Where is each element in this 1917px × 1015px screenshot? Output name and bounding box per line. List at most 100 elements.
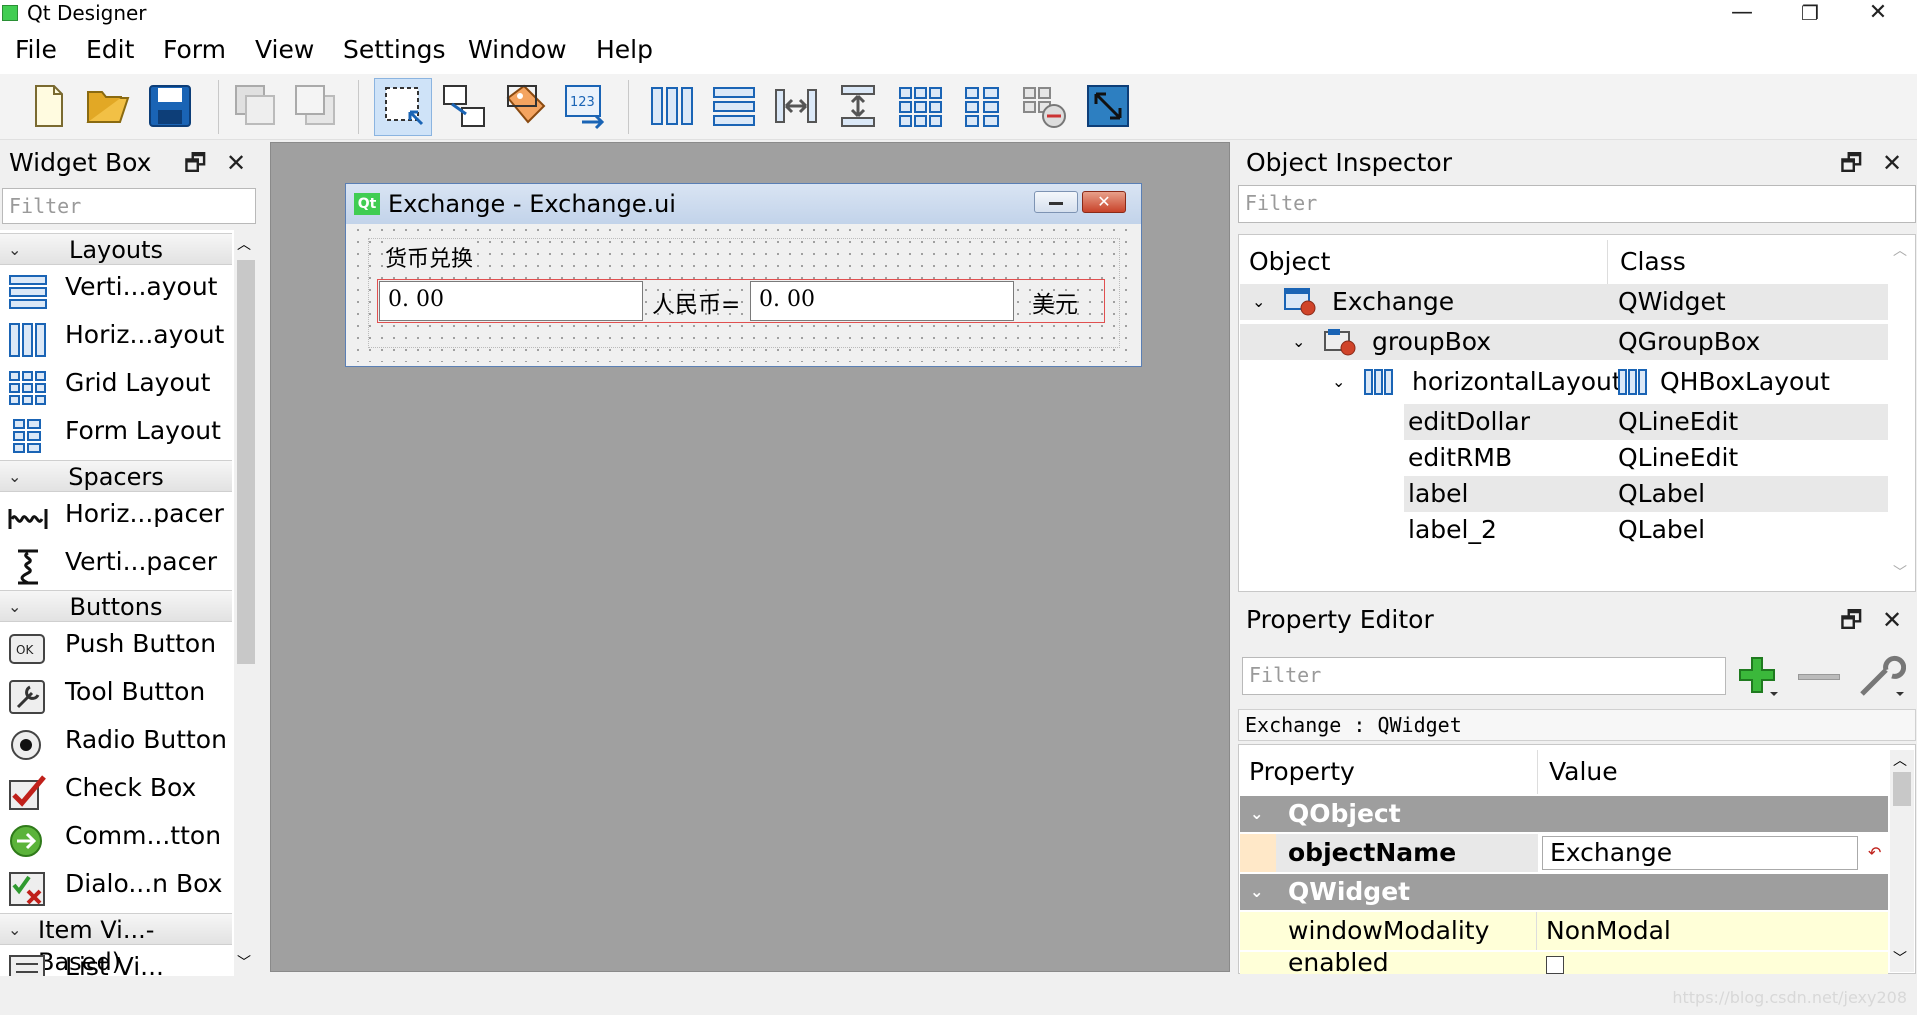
widget-grid-layout[interactable]: Grid Layout	[0, 362, 232, 410]
scrollbar-thumb[interactable]	[237, 260, 255, 664]
category-buttons[interactable]: ⌄ Buttons	[0, 590, 232, 622]
enabled-checkbox[interactable]	[1546, 956, 1564, 974]
scroll-up-icon[interactable]: ︿	[1893, 750, 1907, 770]
form-close-button[interactable]: ✕	[1082, 191, 1126, 213]
break-layout-icon[interactable]	[1020, 82, 1068, 130]
edit-widgets-icon[interactable]	[380, 82, 428, 130]
scrollbar-thumb[interactable]	[1893, 772, 1911, 806]
widget-vertical-spacer[interactable]: Verti...pacer	[0, 541, 232, 589]
scroll-down-icon[interactable]: ﹀	[237, 952, 251, 972]
group-box-icon	[1324, 329, 1356, 356]
menu-view[interactable]: View	[255, 35, 314, 64]
close-icon: ✕	[1097, 192, 1111, 211]
new-file-icon[interactable]	[24, 82, 72, 130]
scroll-up-icon[interactable]: ︿	[1893, 240, 1907, 260]
widget-box-float-icon[interactable]: 🗗	[184, 145, 207, 181]
widget-horizontal-layout[interactable]: Horiz...ayout	[0, 314, 232, 362]
save-icon[interactable]	[146, 82, 194, 130]
category-item-views[interactable]: ⌄ Item Vi...-Based)	[0, 913, 232, 976]
menu-settings[interactable]: Settings	[343, 35, 446, 64]
object-tree-scrollbar[interactable]: ︿ ﹀	[1890, 240, 1914, 588]
remove-dynamic-property-icon[interactable]	[1798, 674, 1840, 680]
form-minimize-button[interactable]	[1034, 191, 1078, 213]
object-inspector-close-icon[interactable]: ✕	[1882, 145, 1902, 181]
property-editor-close-icon[interactable]: ✕	[1882, 602, 1902, 638]
widget-box-scrollbar[interactable]: ︿ ﹀	[234, 230, 258, 976]
add-dynamic-property-icon[interactable]	[1736, 654, 1780, 698]
maximize-button[interactable]: ❐	[1780, 0, 1840, 28]
edit-signals-slots-icon[interactable]	[440, 82, 488, 130]
widget-box-filter-input[interactable]: Filter	[2, 188, 256, 224]
edit-tab-order-icon[interactable]: 123	[562, 82, 610, 130]
tree-row[interactable]: ⌄ Exchange QWidget	[1240, 284, 1888, 320]
reset-property-icon[interactable]: ↶	[1868, 834, 1881, 872]
close-button[interactable]: ✕	[1848, 0, 1908, 28]
scroll-down-icon[interactable]: ﹀	[1893, 948, 1907, 968]
menu-file[interactable]: File	[15, 35, 57, 64]
configure-wrench-icon[interactable]	[1856, 652, 1906, 700]
tree-row[interactable]: ⌄ groupBox QGroupBox	[1240, 324, 1888, 360]
menu-window[interactable]: Window	[468, 35, 567, 64]
horizontal-layout-icon	[1618, 369, 1647, 395]
property-row-windowmodality[interactable]: windowModality NonModal	[1240, 912, 1888, 950]
layout-horizontal-splitter-icon[interactable]	[772, 82, 820, 130]
form-window[interactable]: Qt Exchange - Exchange.ui ✕ 货币兑换 0. 00 人…	[345, 183, 1142, 367]
widget-tool-button[interactable]: Tool Button	[0, 671, 232, 719]
column-header-object[interactable]: Object	[1249, 240, 1330, 284]
widget-horizontal-spacer[interactable]: Horiz...pacer	[0, 493, 232, 541]
layout-horizontal-icon[interactable]	[648, 82, 696, 130]
widget-label: Form Layout	[65, 416, 221, 445]
object-name-input[interactable]: Exchange	[1542, 836, 1858, 870]
qt-logo-icon: Qt	[354, 193, 380, 215]
widget-radio-button[interactable]: Radio Button	[0, 719, 232, 767]
scroll-up-icon[interactable]: ︿	[237, 234, 251, 254]
column-header-property[interactable]: Property	[1249, 750, 1355, 794]
property-value: NonModal	[1546, 916, 1671, 945]
tree-row[interactable]: label_2 QLabel	[1240, 512, 1888, 548]
widget-box-close-icon[interactable]: ✕	[226, 145, 246, 181]
layout-grid-icon[interactable]	[896, 82, 944, 130]
layout-vertical-icon[interactable]	[710, 82, 758, 130]
category-spacers[interactable]: ⌄ Spacers	[0, 460, 232, 492]
widget-list-view[interactable]: List Vi...	[0, 946, 232, 976]
object-inspector-filter-input[interactable]: Filter	[1238, 185, 1916, 223]
category-layouts[interactable]: ⌄ Layouts	[0, 233, 232, 265]
layout-form-icon[interactable]	[958, 82, 1006, 130]
category-label: Spacers	[68, 463, 164, 491]
edit-buddies-icon[interactable]	[502, 82, 550, 130]
tree-row[interactable]: editDollar QLineEdit	[1240, 404, 1888, 440]
adjust-size-icon[interactable]	[1084, 82, 1132, 130]
widget-check-box[interactable]: Check Box	[0, 767, 232, 815]
property-row-objectname[interactable]: objectName Exchange ↶	[1240, 834, 1888, 872]
group-box[interactable]: 货币兑换 0. 00 人民币= 0. 00 美元	[368, 238, 1120, 348]
property-editor-filter-input[interactable]: Filter	[1242, 657, 1726, 695]
tree-row[interactable]: label QLabel	[1240, 476, 1888, 512]
rmb-line-edit[interactable]: 0. 00	[379, 281, 643, 321]
property-row-enabled[interactable]: enabled	[1240, 952, 1888, 974]
menu-form[interactable]: Form	[163, 35, 226, 64]
property-group-qwidget[interactable]: ⌄ QWidget	[1240, 874, 1888, 910]
minimize-button[interactable]: —	[1712, 0, 1772, 28]
scroll-down-icon[interactable]: ﹀	[1893, 562, 1907, 582]
tree-row[interactable]: ⌄ horizontalLayout QHBoxLayout	[1240, 364, 1888, 400]
widget-dialog-button-box[interactable]: Dialo...n Box	[0, 863, 232, 911]
widget-vertical-layout[interactable]: Verti...ayout	[0, 266, 232, 314]
send-to-back-icon[interactable]	[232, 82, 280, 130]
widget-command-link-button[interactable]: Comm...tton	[0, 815, 232, 863]
column-header-class[interactable]: Class	[1620, 240, 1686, 284]
column-header-value[interactable]: Value	[1549, 750, 1618, 794]
open-folder-icon[interactable]	[84, 82, 132, 130]
property-group-qobject[interactable]: ⌄ QObject	[1240, 796, 1888, 832]
tree-row[interactable]: editRMB QLineEdit	[1240, 440, 1888, 476]
widget-form-layout[interactable]: Form Layout	[0, 410, 232, 458]
widget-push-button[interactable]: OK Push Button	[0, 623, 232, 671]
layout-vertical-splitter-icon[interactable]	[834, 82, 882, 130]
horizontal-layout-icon	[9, 323, 46, 357]
menu-help[interactable]: Help	[596, 35, 653, 64]
dollar-line-edit[interactable]: 0. 00	[750, 281, 1014, 321]
property-editor-float-icon[interactable]: 🗗	[1840, 602, 1863, 638]
menu-edit[interactable]: Edit	[86, 35, 134, 64]
object-inspector-float-icon[interactable]: 🗗	[1840, 145, 1863, 181]
bring-to-front-icon[interactable]	[292, 82, 340, 130]
property-table-scrollbar[interactable]: ︿ ﹀	[1890, 750, 1914, 972]
